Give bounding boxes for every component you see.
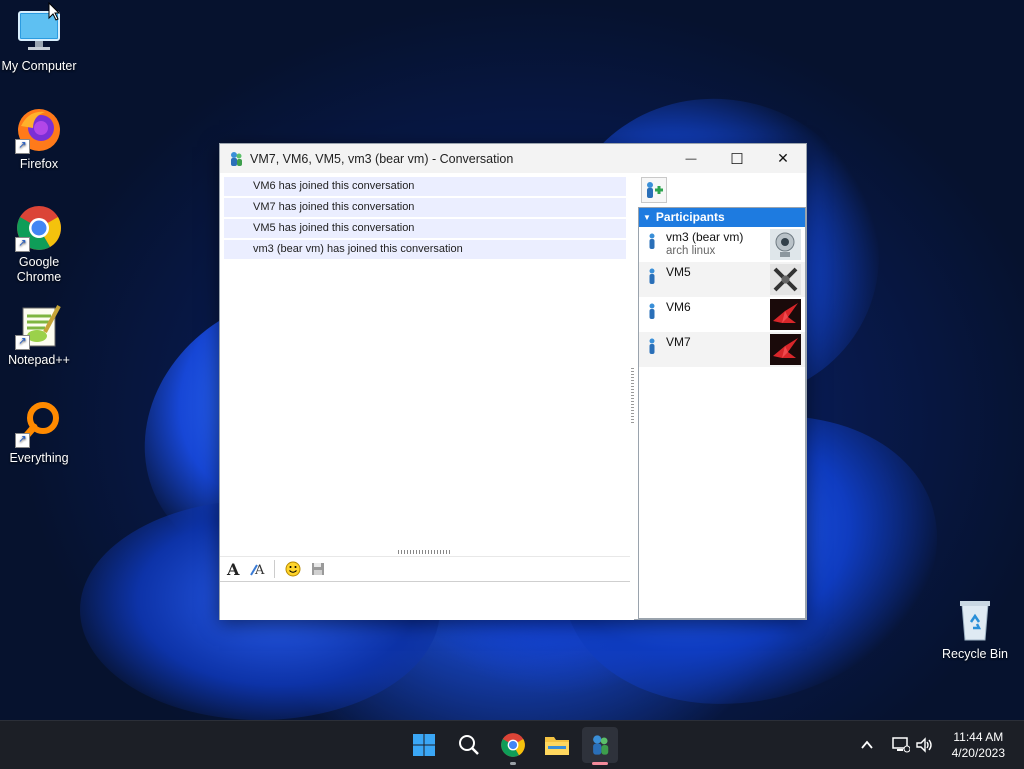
- participant-name: VM7: [666, 335, 691, 349]
- shortcut-arrow-icon: ↗: [15, 237, 30, 252]
- desktop-icon-label: Recycle Bin: [942, 647, 1008, 661]
- conversation-window: VM7, VM6, VM5, vm3 (bear vm) - Conversat…: [219, 143, 807, 620]
- firefox-icon: ↗: [15, 106, 63, 154]
- font-icon: A: [226, 561, 240, 577]
- active-indicator: [592, 762, 608, 765]
- online-status-icon: [649, 233, 655, 249]
- taskbar-chrome-button[interactable]: [495, 727, 531, 765]
- tools-avatar-icon: [770, 264, 801, 295]
- everything-icon: ↗: [15, 400, 63, 448]
- tray-overflow-button[interactable]: [860, 721, 874, 769]
- svg-text:A: A: [226, 561, 240, 577]
- taskbar-search-button[interactable]: [451, 727, 487, 763]
- desktop-icon-chrome[interactable]: ↗ Google Chrome: [1, 204, 77, 285]
- system-message: VM5 has joined this conversation: [224, 219, 626, 238]
- folder-icon: [545, 737, 569, 755]
- shortcut-arrow-icon: ↗: [15, 335, 30, 350]
- recycle-bin-icon: [951, 596, 999, 644]
- online-status-icon: [649, 303, 655, 319]
- shortcut-arrow-icon: ↗: [15, 433, 30, 448]
- participant-row[interactable]: VM5: [639, 262, 805, 297]
- chrome-icon: [501, 733, 525, 757]
- font-button[interactable]: A: [223, 558, 245, 580]
- participant-status: arch linux: [666, 245, 716, 257]
- desktop-icon-label: Everything: [9, 451, 69, 465]
- system-message: VM6 has joined this conversation: [224, 177, 626, 196]
- taskbar-explorer-button[interactable]: [539, 727, 575, 763]
- desktop-icon-recycle-bin[interactable]: Recycle Bin: [937, 596, 1013, 661]
- participants-list[interactable]: ▼ Participants vm3 (bear vm) arch linux …: [638, 207, 806, 619]
- origami-crane-avatar-icon: [770, 334, 801, 365]
- desktop-icon-everything[interactable]: ↗ Everything: [1, 400, 77, 465]
- desktop-icon-label: Google Chrome: [16, 255, 62, 284]
- running-indicator: [510, 762, 516, 765]
- chat-history[interactable]: VM6 has joined this conversation VM7 has…: [220, 175, 630, 550]
- system-message: VM7 has joined this conversation: [224, 198, 626, 217]
- floppy-disk-icon: [312, 563, 324, 575]
- participant-name: VM6: [666, 300, 691, 314]
- system-message: vm3 (bear vm) has joined this conversati…: [224, 240, 626, 259]
- network-button[interactable]: [892, 721, 910, 769]
- taskbar: 11:44 AM 4/20/2023: [0, 720, 1024, 769]
- participant-name: VM5: [666, 265, 691, 279]
- windows-logo-icon: [413, 734, 435, 756]
- window-title: VM7, VM6, VM5, vm3 (bear vm) - Conversat…: [250, 151, 514, 166]
- desktop-icon-notepadpp[interactable]: ↗ Notepad++: [1, 302, 77, 367]
- desktop-icon-label: Notepad++: [8, 353, 70, 367]
- online-status-icon: [649, 268, 655, 284]
- messenger-app-icon: [228, 151, 244, 167]
- desktop-icon-label: My Computer: [1, 59, 77, 73]
- taskbar-messenger-button[interactable]: [582, 727, 618, 765]
- chrome-icon: ↗: [15, 204, 63, 252]
- text-color-icon: A: [250, 563, 265, 577]
- smiley-icon: [285, 561, 301, 577]
- messenger-app-icon: [593, 735, 609, 755]
- desktop-icon-firefox[interactable]: ↗ Firefox: [1, 106, 77, 171]
- close-button[interactable]: ✕: [760, 144, 806, 173]
- participants-header[interactable]: ▼ Participants: [639, 208, 805, 227]
- participant-row[interactable]: vm3 (bear vm) arch linux: [639, 227, 805, 262]
- window-titlebar[interactable]: VM7, VM6, VM5, vm3 (bear vm) - Conversat…: [220, 144, 806, 173]
- invite-contact-button[interactable]: [641, 177, 667, 203]
- text-color-button[interactable]: A: [248, 558, 270, 580]
- horizontal-splitter-handle[interactable]: [398, 550, 452, 554]
- add-contact-icon: [647, 182, 663, 198]
- clock-time: 11:44 AM: [953, 730, 1004, 744]
- search-icon: [459, 735, 479, 755]
- participant-row[interactable]: VM7: [639, 332, 805, 367]
- chevron-up-icon: [861, 740, 873, 749]
- taskbar-clock[interactable]: 11:44 AM 4/20/2023: [952, 729, 1005, 761]
- desktop-icon-my-computer[interactable]: My Computer: [1, 8, 77, 73]
- input-toolbar: A A: [220, 556, 630, 582]
- clock-date: 4/20/2023: [951, 746, 1005, 760]
- emoticon-button[interactable]: [282, 558, 304, 580]
- message-input[interactable]: [220, 582, 634, 620]
- participant-name: vm3 (bear vm): [666, 230, 744, 244]
- toolbar-separator: [274, 560, 275, 578]
- webcam-avatar-icon: [770, 229, 801, 260]
- origami-crane-avatar-icon: [770, 299, 801, 330]
- online-status-icon: [649, 338, 655, 354]
- volume-button[interactable]: [916, 721, 934, 769]
- participants-pane: ▼ Participants vm3 (bear vm) arch linux …: [638, 175, 806, 619]
- save-button[interactable]: [307, 558, 329, 580]
- volume-icon: [916, 737, 932, 753]
- desktop-icon-label: Firefox: [19, 157, 59, 171]
- vertical-splitter-handle[interactable]: [631, 368, 634, 424]
- participant-row[interactable]: VM6: [639, 297, 805, 332]
- mouse-cursor-icon: [48, 2, 60, 21]
- network-icon: [892, 737, 910, 753]
- notepadpp-icon: ↗: [15, 302, 63, 350]
- start-button[interactable]: [406, 727, 442, 763]
- collapse-triangle-icon: ▼: [643, 213, 651, 222]
- shortcut-arrow-icon: ↗: [15, 139, 30, 154]
- minimize-button[interactable]: —: [668, 144, 714, 173]
- maximize-button[interactable]: ☐: [714, 144, 760, 173]
- svg-text:A: A: [254, 563, 265, 577]
